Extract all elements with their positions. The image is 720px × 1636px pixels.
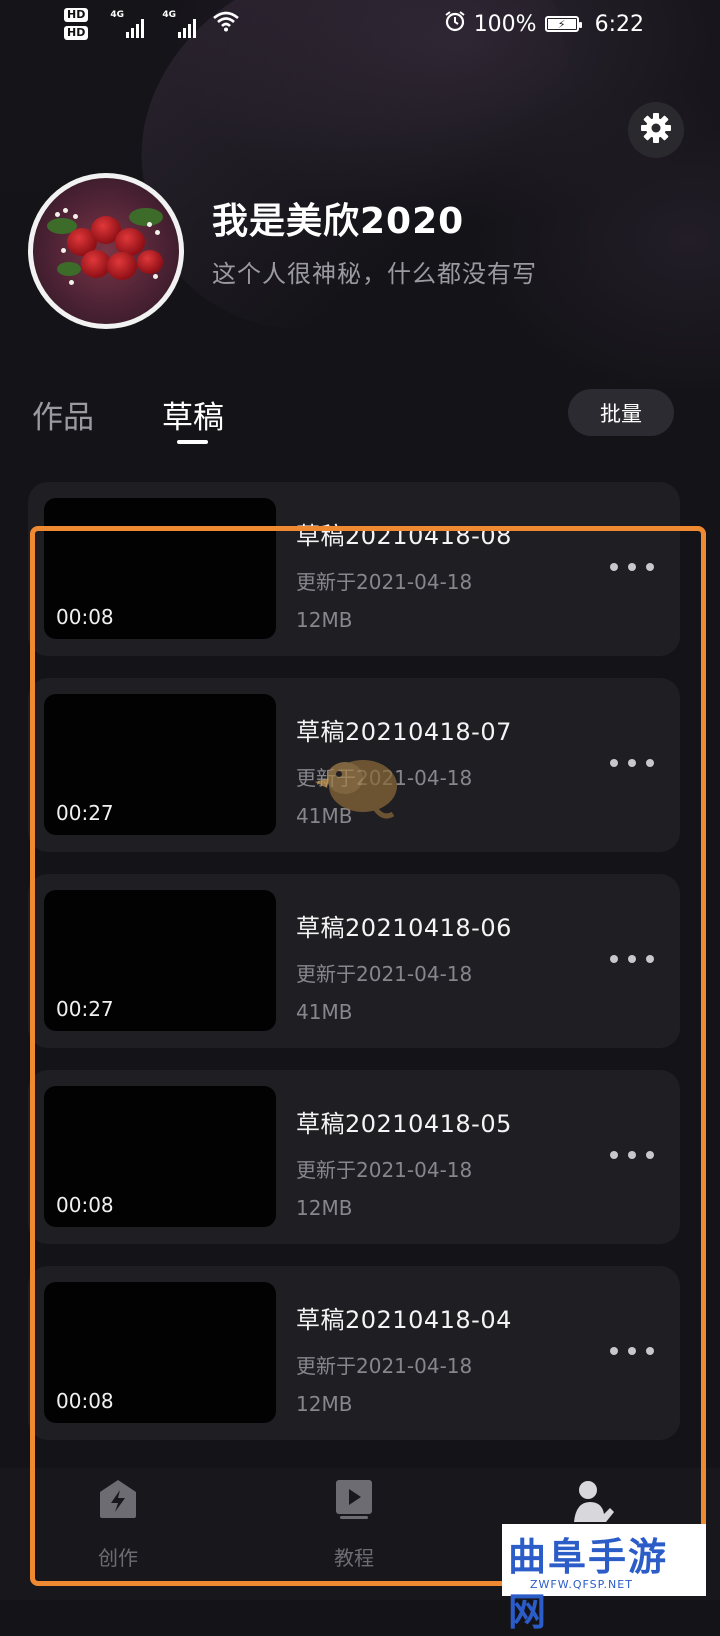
draft-size: 12MB — [296, 1196, 353, 1220]
more-icon[interactable] — [610, 1142, 654, 1168]
tab-works[interactable]: 作品 — [32, 392, 94, 437]
hd1-badge: HD — [64, 8, 89, 22]
draft-duration: 00:27 — [56, 801, 114, 825]
hd2-badge: HD — [64, 26, 89, 40]
signal-1-icon: 4G — [110, 8, 145, 38]
gear-icon — [640, 112, 672, 148]
tab-active-indicator — [177, 440, 208, 444]
batch-button[interactable]: 批量 — [568, 389, 674, 436]
avatar-image — [33, 178, 179, 324]
draft-card[interactable]: 00:08 草稿20210418-04 更新于2021-04-18 12MB — [28, 1266, 680, 1440]
bio: 这个人很神秘，什么都没有写 — [212, 260, 537, 288]
nav-create[interactable]: 创作 — [58, 1478, 178, 1571]
battery-icon: ⚡ — [544, 16, 582, 32]
status-bar: HD HD 4G 4G 100% ⚡ 6:22 — [0, 0, 720, 52]
nav-create-label: 创作 — [98, 1546, 138, 1570]
draft-duration: 00:08 — [56, 1389, 114, 1413]
alarm-icon — [444, 10, 466, 38]
status-left: HD HD 4G 4G — [64, 8, 240, 40]
draft-title: 草稿20210418-07 — [296, 718, 512, 746]
draft-list: 00:08 草稿20210418-08 更新于2021-04-18 12MB 0… — [28, 482, 680, 1462]
draft-thumbnail[interactable]: 00:08 — [44, 498, 276, 639]
signal-2-icon: 4G — [162, 8, 197, 38]
draft-size: 12MB — [296, 1392, 353, 1416]
draft-updated: 更新于2021-04-18 — [296, 1158, 473, 1182]
battery-percent: 100% — [473, 11, 537, 37]
site-watermark: 曲阜手游网 ZWFW.QFSP.NET — [502, 1524, 706, 1634]
more-icon[interactable] — [610, 554, 654, 580]
username: 我是美欣2020 — [212, 201, 465, 242]
draft-thumbnail[interactable]: 00:27 — [44, 890, 276, 1031]
create-icon — [98, 1478, 138, 1524]
watermark-url: ZWFW.QFSP.NET — [530, 1578, 633, 1591]
draft-title: 草稿20210418-05 — [296, 1110, 512, 1138]
draft-updated: 更新于2021-04-18 — [296, 962, 473, 986]
status-time: 6:22 — [594, 11, 644, 37]
wifi-icon — [212, 10, 240, 36]
nav-tutorial[interactable]: 教程 — [294, 1478, 414, 1571]
watermark-mascot — [305, 748, 405, 824]
avatar[interactable] — [28, 173, 184, 329]
more-icon[interactable] — [610, 946, 654, 972]
draft-title: 草稿20210418-04 — [296, 1306, 512, 1334]
draft-size: 12MB — [296, 608, 353, 632]
me-icon — [568, 1478, 616, 1526]
more-icon[interactable] — [610, 1338, 654, 1364]
settings-button[interactable] — [628, 102, 684, 158]
draft-updated: 更新于2021-04-18 — [296, 1354, 473, 1378]
more-icon[interactable] — [610, 750, 654, 776]
draft-card[interactable]: 00:08 草稿20210418-05 更新于2021-04-18 12MB — [28, 1070, 680, 1244]
draft-card[interactable]: 00:27 草稿20210418-06 更新于2021-04-18 41MB — [28, 874, 680, 1048]
nav-tutorial-label: 教程 — [334, 1546, 374, 1570]
status-right: 100% ⚡ 6:22 — [444, 10, 644, 38]
draft-thumbnail[interactable]: 00:08 — [44, 1282, 276, 1423]
draft-duration: 00:27 — [56, 997, 114, 1021]
draft-thumbnail[interactable]: 00:08 — [44, 1086, 276, 1227]
tutorial-icon — [334, 1478, 374, 1524]
draft-card[interactable]: 00:08 草稿20210418-08 更新于2021-04-18 12MB — [28, 482, 680, 656]
draft-duration: 00:08 — [56, 1193, 114, 1217]
hd-indicators: HD HD — [64, 8, 89, 40]
draft-title: 草稿20210418-06 — [296, 914, 512, 942]
nav-me[interactable] — [532, 1478, 652, 1526]
draft-updated: 更新于2021-04-18 — [296, 570, 473, 594]
draft-duration: 00:08 — [56, 605, 114, 629]
draft-thumbnail[interactable]: 00:27 — [44, 694, 276, 835]
tab-drafts[interactable]: 草稿 — [162, 392, 224, 437]
draft-title: 草稿20210418-08 — [296, 522, 512, 550]
draft-size: 41MB — [296, 1000, 353, 1024]
